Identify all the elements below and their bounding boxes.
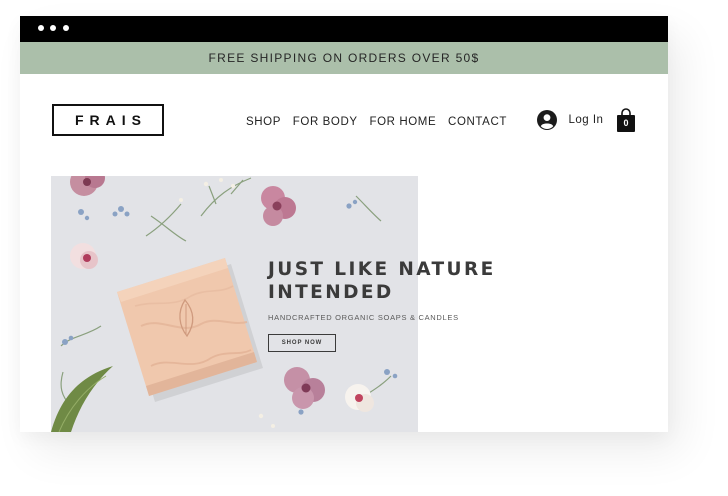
nav-item-contact[interactable]: CONTACT bbox=[448, 116, 507, 128]
window-control-dot-icon[interactable] bbox=[50, 25, 57, 31]
nav-item-for-home[interactable]: FOR HOME bbox=[369, 116, 436, 128]
main-nav: SHOP FOR BODY FOR HOME CONTACT bbox=[246, 116, 515, 130]
user-avatar-icon bbox=[537, 110, 557, 130]
promo-banner: FREE SHIPPING ON ORDERS OVER 50$ bbox=[20, 42, 668, 74]
hero-headline-line-1: JUST LIKE NATURE bbox=[268, 259, 496, 280]
shop-now-button[interactable]: SHOP NOW bbox=[268, 334, 336, 352]
nav-item-shop[interactable]: SHOP bbox=[246, 116, 281, 128]
cart-button[interactable]: 0 bbox=[616, 107, 636, 133]
window-control-dot-icon[interactable] bbox=[62, 25, 69, 31]
login-label: Log In bbox=[568, 114, 604, 126]
nav-item-for-body[interactable]: FOR BODY bbox=[293, 116, 358, 128]
login-button[interactable]: Log In bbox=[537, 110, 603, 130]
browser-window: FREE SHIPPING ON ORDERS OVER 50$ FRAIS S… bbox=[20, 16, 668, 432]
page: FREE SHIPPING ON ORDERS OVER 50$ FRAIS S… bbox=[0, 0, 728, 496]
window-control-dot-icon[interactable] bbox=[38, 25, 44, 31]
hero-headline-line-2: INTENDED bbox=[268, 282, 394, 303]
site-logo[interactable]: FRAIS bbox=[52, 104, 164, 136]
window-titlebar bbox=[20, 16, 668, 42]
window-controls bbox=[38, 25, 71, 33]
hero-text: JUST LIKE NATURE INTENDED HANDCRAFTED OR… bbox=[268, 258, 496, 352]
hero-headline: JUST LIKE NATURE INTENDED bbox=[268, 258, 496, 304]
cart-count: 0 bbox=[623, 118, 629, 128]
hero-subline: HANDCRAFTED ORGANIC SOAPS & CANDLES bbox=[268, 313, 459, 322]
promo-text: FREE SHIPPING ON ORDERS OVER 50$ bbox=[208, 51, 480, 65]
